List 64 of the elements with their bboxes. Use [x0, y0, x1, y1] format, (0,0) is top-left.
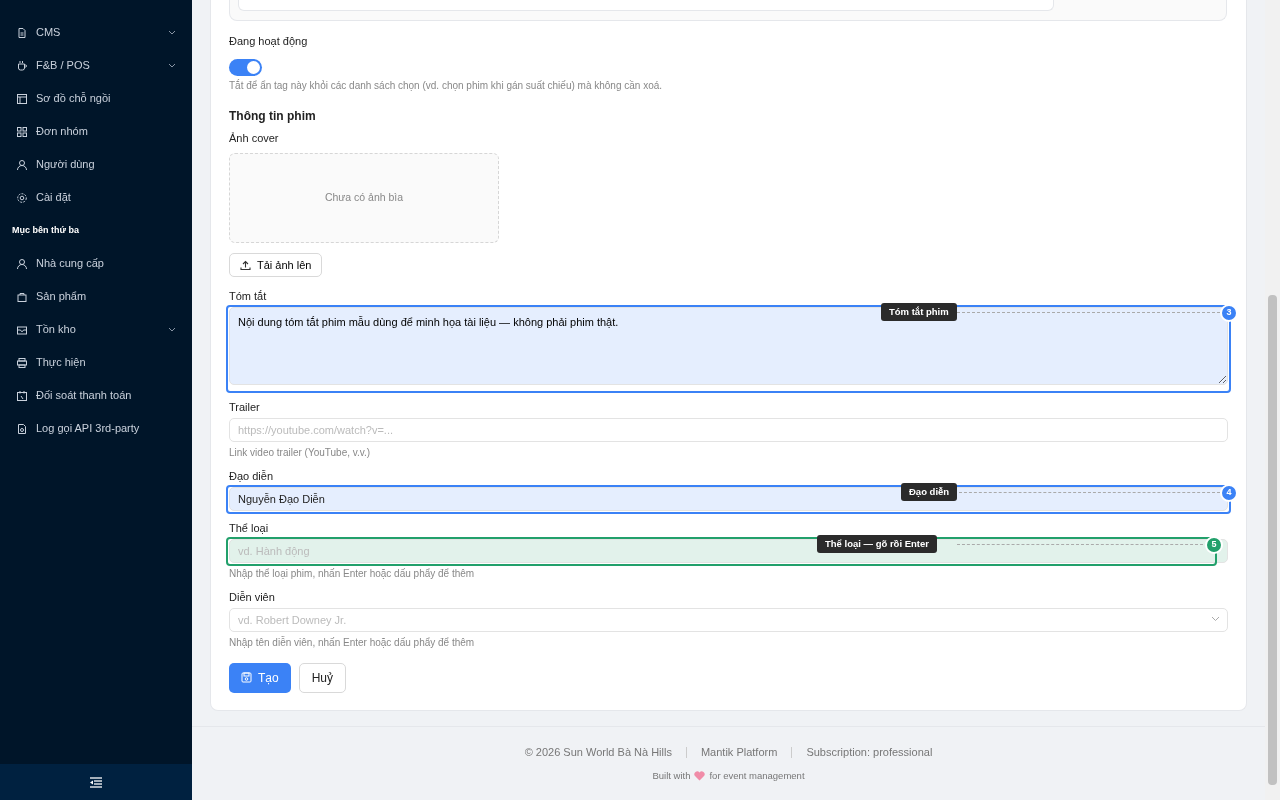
grid-icon	[16, 125, 28, 138]
field-label: Đạo diễn	[229, 468, 275, 483]
step-number: 4	[1220, 483, 1238, 502]
save-icon	[241, 672, 252, 683]
text-field[interactable]	[238, 0, 1054, 11]
sidebar-item[interactable]: Đơn nhóm	[0, 115, 192, 148]
footer-text: Mantik Platform	[700, 745, 778, 761]
sidebar-item[interactable]: Người dùng	[0, 148, 192, 181]
scrollbar[interactable]	[1265, 0, 1280, 800]
chevron-down-icon	[1211, 615, 1220, 622]
annotation-label: Đạo diễn	[901, 482, 958, 501]
field-label: Diễn viên	[229, 589, 276, 604]
annotation-label: Tóm tắt phim	[881, 303, 957, 322]
sidebar-item[interactable]: Tồn kho	[0, 313, 192, 346]
bag-icon	[16, 290, 28, 303]
sidebar-section-title: Mục bên thứ ba	[11, 223, 81, 237]
sidebar-item[interactable]: Nhà cung cấp	[0, 247, 192, 280]
help-text: Tắt để ẩn tag này khỏi các danh sách chọn (vd. chọn phim khi gán suất chiếu) mà không cần xoá.	[229, 79, 664, 92]
menu-fold-icon[interactable]	[90, 776, 102, 788]
footer-text: Built with	[652, 768, 691, 783]
section-title: Thông tin phim	[229, 108, 317, 125]
field-label: Trailer	[229, 399, 261, 414]
user-icon	[16, 158, 28, 171]
help-text: Nhập thể loại phim, nhấn Enter hoặc dấu phẩy để thêm	[229, 566, 476, 580]
footer-text: © 2026 Sun World Bà Nà Hills	[524, 745, 672, 761]
settings-icon	[16, 191, 28, 204]
sidebar-item[interactable]: Đối soát thanh toán	[0, 379, 192, 412]
box-icon	[16, 323, 28, 336]
help-text: Nhập tên diễn viên, nhấn Enter hoặc dấu phẩy để thêm	[229, 635, 476, 649]
field-label: Tóm tắt	[229, 289, 268, 303]
heart-icon	[694, 770, 706, 781]
sidebar-item[interactable]: F&B / POS	[0, 49, 192, 82]
scrollbar-thumb[interactable]	[1268, 295, 1277, 785]
field-label: Đang hoạt động	[229, 34, 309, 48]
input-field[interactable]: https://youtube.com/watch?v=...	[229, 417, 1228, 442]
field-label: Thể loại	[229, 520, 270, 535]
cancel-button[interactable]: Huỷ	[298, 662, 347, 693]
toggle-switch[interactable]	[229, 59, 262, 76]
footer-text: for event management	[709, 768, 805, 783]
sidebar-item[interactable]: Sơ đồ chỗ ngồi	[0, 82, 192, 115]
sidebar-item[interactable]: Thực hiện	[0, 346, 192, 379]
help-text: Link video trailer (YouTube, v.v.)	[229, 445, 372, 459]
image-dropzone[interactable]: Chưa có ảnh bìa	[229, 153, 499, 243]
step-number: 5	[1205, 535, 1223, 554]
sidebar-item[interactable]: Cài đặt	[0, 181, 192, 214]
footer-text: Subscription: professional	[806, 745, 933, 761]
select-field[interactable]: vd. Robert Downey Jr.	[229, 607, 1228, 632]
placeholder-text: Chưa có ảnh bìa	[324, 190, 404, 206]
upload-button[interactable]: Tải ảnh lên	[229, 253, 323, 277]
field-label: Ảnh cover	[229, 131, 280, 145]
sidebar-item[interactable]: CMS	[0, 16, 192, 49]
file-search-icon	[16, 422, 28, 435]
annotation-label: Thể loại — gõ rồi Enter	[817, 534, 937, 553]
document-icon	[16, 26, 28, 39]
sidebar-item[interactable]: Log gọi API 3rd-party	[0, 412, 192, 445]
sidebar-item[interactable]: Sản phẩm	[0, 280, 192, 313]
upload-icon	[240, 259, 251, 271]
create-button[interactable]: Tạo	[229, 662, 291, 693]
layout-icon	[16, 92, 28, 105]
step-number: 3	[1220, 304, 1238, 322]
user-icon	[16, 257, 28, 270]
calendar-icon	[16, 389, 28, 402]
printer-icon	[16, 356, 28, 369]
cup-icon	[16, 59, 28, 72]
